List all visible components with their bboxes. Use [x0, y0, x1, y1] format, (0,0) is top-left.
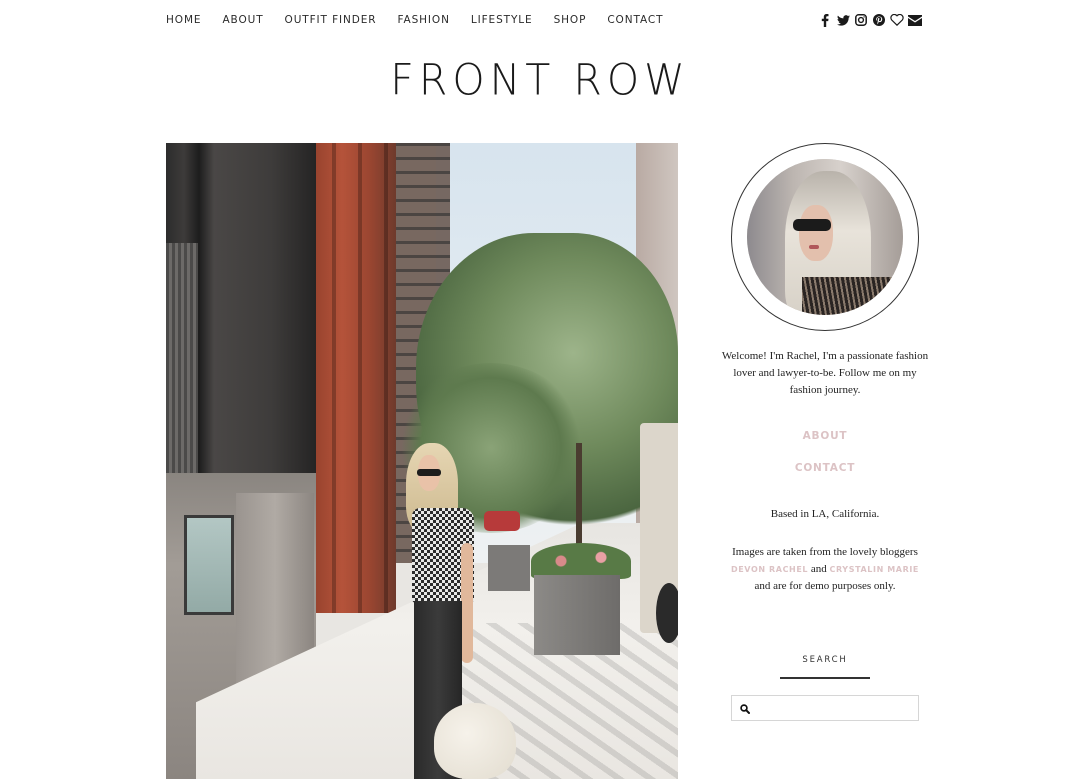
photo-car	[484, 511, 520, 531]
blogger-link-crystalin-marie[interactable]: CRYSTALIN MARIE	[830, 565, 919, 574]
featured-post-image[interactable]	[166, 143, 678, 779]
photo-window	[184, 515, 234, 615]
search-input[interactable]	[756, 697, 918, 719]
nav-fashion[interactable]: FASHION	[398, 13, 450, 27]
photo-planter-back	[488, 545, 530, 591]
sidebar-link-about[interactable]: ABOUT	[731, 430, 919, 442]
search-widget-title: SEARCH	[802, 655, 848, 665]
profile-sunglasses	[793, 219, 831, 231]
pinterest-icon[interactable]	[872, 13, 886, 27]
photo-truck-wheel	[656, 583, 678, 643]
sidebar-link-contact[interactable]: CONTACT	[731, 462, 919, 474]
nav-shop[interactable]: SHOP	[554, 13, 587, 27]
photo-bag	[434, 703, 516, 779]
photo-planter-front	[534, 575, 620, 655]
author-bio: Welcome! I'm Rachel, I'm a passionate fa…	[721, 350, 929, 396]
nav-outfit-finder[interactable]: OUTFIT FINDER	[285, 13, 377, 27]
profile-lips	[809, 245, 819, 249]
nav-about[interactable]: ABOUT	[222, 13, 263, 27]
photo-sunglasses	[417, 469, 441, 476]
search-title-underline	[780, 677, 870, 679]
twitter-icon[interactable]	[836, 13, 850, 27]
envelope-icon[interactable]	[908, 13, 922, 27]
social-links	[818, 12, 922, 28]
photo-flowers	[531, 543, 631, 579]
instagram-icon[interactable]	[854, 13, 868, 27]
profile-photo[interactable]	[747, 159, 903, 315]
profile-face	[799, 205, 833, 261]
nav-home[interactable]: HOME	[166, 13, 201, 27]
photo-brick-stripes	[306, 143, 396, 613]
heart-icon[interactable]	[890, 13, 904, 27]
image-credits: Images are taken from the lovely blogger…	[721, 544, 929, 595]
credits-prefix: Images are taken from the lovely blogger…	[732, 546, 918, 558]
main-nav: HOME ABOUT OUTFIT FINDER FASHION LIFESTY…	[166, 13, 684, 27]
nav-contact[interactable]: CONTACT	[607, 13, 663, 27]
site-logo[interactable]: FRONT ROW	[0, 54, 1080, 107]
credits-suffix: and are for demo purposes only.	[754, 580, 896, 592]
photo-arm	[461, 543, 473, 663]
search-box	[731, 695, 919, 721]
facebook-icon[interactable]	[818, 13, 832, 27]
location-text: Based in LA, California.	[770, 508, 880, 520]
nav-lifestyle[interactable]: LIFESTYLE	[471, 13, 533, 27]
blogger-link-devon-rachel[interactable]: DEVON RACHEL	[731, 565, 808, 574]
search-icon[interactable]	[740, 699, 750, 718]
profile-jacket	[802, 277, 892, 315]
credits-joiner: and	[810, 563, 827, 575]
